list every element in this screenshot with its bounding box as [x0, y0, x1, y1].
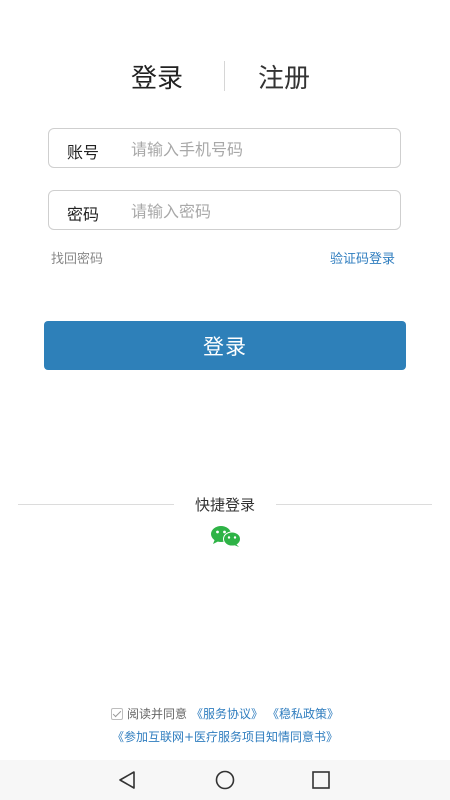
back-triangle-icon[interactable]	[117, 770, 139, 790]
password-label: 密码	[67, 205, 100, 224]
sms-login-link[interactable]: 验证码登录	[330, 248, 395, 267]
agreement: 阅读并同意 《服务协议》 《稳私政策》 《参加互联网+医疗服务项目知情同意书》	[0, 705, 450, 745]
auth-tabs: 登录 注册	[0, 58, 450, 98]
tab-login[interactable]: 登录	[131, 58, 183, 95]
home-circle-icon[interactable]	[214, 770, 236, 790]
recent-square-icon[interactable]	[310, 770, 332, 790]
account-input[interactable]	[129, 135, 393, 163]
tab-register[interactable]: 注册	[258, 58, 310, 95]
privacy-policy-link[interactable]: 《稳私政策》	[267, 705, 339, 722]
password-field: 密码	[48, 190, 401, 230]
service-agreement-link[interactable]: 《服务协议》	[191, 705, 263, 722]
agreement-checkbox[interactable]	[110, 707, 123, 720]
recover-password-link[interactable]: 找回密码	[51, 248, 103, 267]
quick-login-divider: 快捷登录	[18, 494, 432, 514]
system-nav-bar	[0, 760, 450, 800]
informed-consent-link[interactable]: 《参加互联网+医疗服务项目知情同意书》	[112, 730, 338, 744]
wechat-icon[interactable]	[210, 524, 242, 548]
account-field: 账号	[48, 128, 401, 168]
agreement-prefix: 阅读并同意	[126, 707, 187, 721]
divider-line-right	[276, 504, 432, 505]
password-input[interactable]	[129, 197, 393, 225]
tab-divider	[224, 61, 225, 91]
login-button[interactable]: 登录	[44, 321, 406, 370]
account-label: 账号	[67, 143, 100, 162]
